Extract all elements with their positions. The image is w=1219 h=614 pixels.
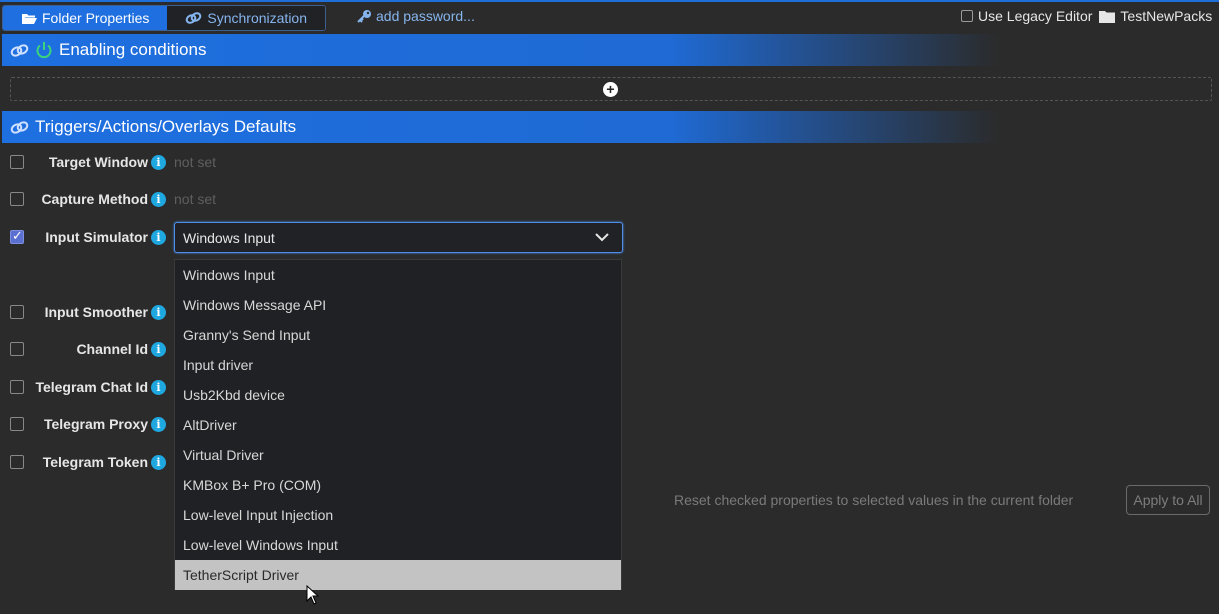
enabling-conditions-header: Enabling conditions [2, 34, 1219, 66]
key-icon [357, 10, 371, 23]
telegram-chat-id-label: Telegram Chat Id [35, 379, 148, 395]
add-password-label: add password... [376, 8, 475, 24]
target-window-label: Target Window [48, 154, 148, 170]
dropdown-option[interactable]: Windows Message API [175, 290, 621, 320]
property-row-target-window: Target Window i not set [0, 151, 640, 173]
legacy-editor-checkbox[interactable] [961, 10, 973, 22]
input-smoother-checkbox[interactable] [10, 305, 24, 319]
telegram-chat-id-checkbox[interactable] [10, 380, 24, 394]
target-window-value[interactable]: not set [174, 154, 216, 170]
input-simulator-checkbox[interactable] [10, 228, 24, 244]
info-icon[interactable]: i [151, 342, 166, 357]
tab-synchronization[interactable]: Synchronization [167, 6, 326, 30]
target-window-checkbox[interactable] [10, 155, 24, 169]
info-icon[interactable]: i [151, 380, 166, 395]
channel-id-checkbox[interactable] [10, 342, 24, 356]
defaults-header: Triggers/Actions/Overlays Defaults [2, 111, 1219, 143]
add-condition-button[interactable]: + [603, 82, 618, 97]
dropdown-option[interactable]: Granny's Send Input [175, 320, 621, 350]
top-accent-line [0, 0, 1219, 2]
folder-icon [1099, 10, 1116, 23]
dropdown-option[interactable]: Low-level Windows Input [175, 530, 621, 560]
channel-id-label: Channel Id [76, 341, 148, 357]
input-simulator-label: Input Simulator [45, 229, 148, 245]
apply-to-all-button[interactable]: Apply to All [1126, 485, 1210, 515]
info-icon[interactable]: i [151, 192, 166, 207]
capture-method-label: Capture Method [41, 191, 148, 207]
folder-open-icon [22, 13, 37, 24]
dropdown-option[interactable]: KMBox B+ Pro (COM) [175, 470, 621, 500]
dropdown-option[interactable]: Virtual Driver [175, 440, 621, 470]
link-icon [10, 120, 29, 134]
dropdown-option[interactable]: Usb2Kbd device [175, 380, 621, 410]
link-icon [186, 12, 202, 24]
tab-label: Synchronization [207, 10, 308, 26]
input-simulator-dropdown: Windows Input Windows Message API Granny… [174, 259, 622, 590]
legacy-editor-area: Use Legacy Editor TestNewPacks [961, 8, 1212, 24]
dropdown-option[interactable]: Low-level Input Injection [175, 500, 621, 530]
telegram-proxy-checkbox[interactable] [10, 417, 24, 431]
reset-description: Reset checked properties to selected val… [674, 492, 1074, 508]
dropdown-option-highlighted[interactable]: TetherScript Driver [175, 560, 621, 590]
telegram-token-checkbox[interactable] [10, 455, 24, 469]
mouse-cursor-icon [306, 585, 320, 605]
dropdown-option[interactable]: AltDriver [175, 410, 621, 440]
select-value: Windows Input [183, 229, 275, 246]
tab-label: Folder Properties [42, 10, 150, 26]
telegram-token-label: Telegram Token [42, 454, 148, 470]
info-icon[interactable]: i [151, 230, 166, 245]
capture-method-checkbox[interactable] [10, 192, 24, 206]
telegram-proxy-label: Telegram Proxy [43, 416, 148, 432]
tab-bar: Folder Properties Synchronization [2, 5, 327, 31]
property-row-capture-method: Capture Method i not set [0, 188, 640, 210]
folder-name: TestNewPacks [1120, 8, 1213, 24]
section-title: Triggers/Actions/Overlays Defaults [35, 117, 297, 136]
link-icon [10, 43, 29, 57]
info-icon[interactable]: i [151, 455, 166, 470]
info-icon[interactable]: i [151, 155, 166, 170]
info-icon[interactable]: i [151, 417, 166, 432]
legacy-editor-label: Use Legacy Editor [978, 8, 1093, 24]
info-icon[interactable]: i [151, 305, 166, 320]
section-title: Enabling conditions [59, 40, 207, 59]
add-password-link[interactable]: add password... [357, 8, 475, 24]
capture-method-value[interactable]: not set [174, 191, 216, 207]
input-smoother-label: Input Smoother [44, 304, 148, 320]
chevron-down-icon [595, 233, 609, 242]
dropdown-option[interactable]: Input driver [175, 350, 621, 380]
power-icon [36, 42, 52, 59]
dropdown-option[interactable]: Windows Input [175, 260, 621, 290]
tab-folder-properties[interactable]: Folder Properties [3, 6, 168, 30]
input-simulator-select[interactable]: Windows Input [174, 222, 623, 253]
